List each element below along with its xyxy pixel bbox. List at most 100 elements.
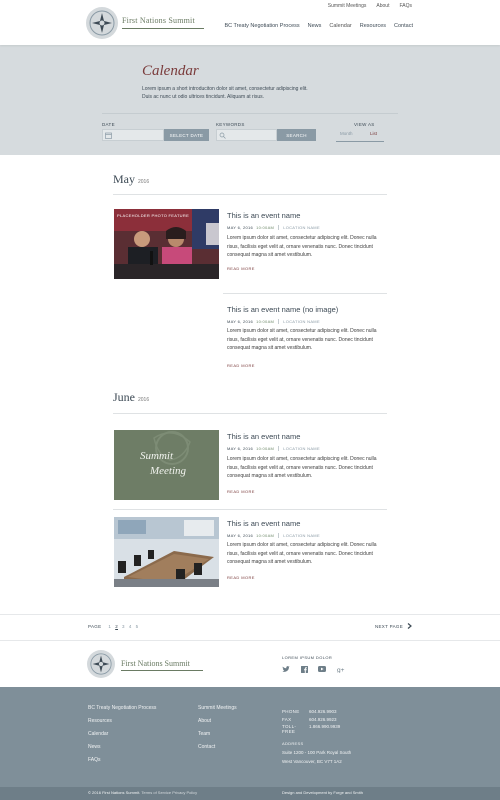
date-field[interactable] — [102, 129, 164, 141]
contact-phone-row: PHONE 604.926.9903 — [282, 709, 340, 714]
read-more-link[interactable]: READ MORE — [227, 489, 255, 494]
read-more-link[interactable]: READ MORE — [227, 575, 255, 580]
hero-divider — [102, 113, 398, 114]
select-date-button[interactable]: SELECT DATE — [164, 129, 209, 141]
tollfree-label: TOLL-FREE — [282, 724, 297, 734]
copyright-text: © 2016 First Nations Summit. — [88, 790, 141, 795]
footer-link-summit-meetings[interactable]: Summit Meetings — [198, 705, 237, 711]
event-location: LOCATION NAME — [283, 225, 320, 230]
footer-link-treaty-process[interactable]: BC Treaty Negotiation Process — [88, 705, 156, 711]
month-name: May — [113, 172, 135, 186]
event-time: 10:00AM — [256, 533, 275, 538]
nav-contact[interactable]: Contact — [394, 23, 413, 29]
date-label: DATE — [102, 122, 115, 127]
summit-text-line-2: Meeting — [150, 465, 187, 477]
footer-link-calendar[interactable]: Calendar — [88, 731, 156, 737]
footer-link-about[interactable]: About — [198, 718, 237, 724]
contact-tollfree-row: TOLL-FREE 1.866.990.9939 — [282, 724, 340, 734]
keywords-label: KEYWORDS — [216, 122, 245, 127]
read-more-link[interactable]: READ MORE — [227, 363, 255, 368]
footer-bottom-bar — [0, 787, 500, 800]
event-location: LOCATION NAME — [283, 319, 320, 324]
logo-emblem[interactable] — [86, 7, 118, 39]
address-line-2: West Vancouver, BC V7T 1A2 — [282, 758, 342, 764]
page-link-2-current[interactable]: 2 — [115, 624, 118, 629]
pagination: PAGE 1 2 3 4 5 — [88, 624, 138, 629]
event-date: MAY 6, 2016 — [227, 319, 254, 324]
copyright-line: © 2016 First Nations Summit. Terms of Se… — [88, 790, 197, 795]
event-divider — [113, 509, 387, 510]
design-credit[interactable]: Design and Development by Forge and Smit… — [282, 790, 363, 795]
phone-number[interactable]: 604.926.9903 — [309, 709, 337, 714]
event-location: LOCATION NAME — [283, 533, 320, 538]
logo-underline — [122, 28, 204, 29]
page-link-4[interactable]: 4 — [129, 624, 132, 629]
footer-link-news[interactable]: News — [88, 744, 156, 750]
footer-link-resources[interactable]: Resources — [88, 718, 156, 724]
month-name: June — [113, 390, 135, 404]
month-divider — [113, 194, 387, 195]
view-toggle-underline — [336, 141, 384, 142]
next-page-link[interactable]: NEXT PAGE — [375, 623, 412, 629]
emblem-icon — [89, 10, 115, 36]
main-nav: BC Treaty Negotiation Process News Calen… — [224, 23, 413, 29]
event-photo-boardroom[interactable] — [114, 517, 219, 587]
event-photo-press-conference[interactable]: PLACEHOLDER PHOTO FEATURE — [114, 209, 219, 279]
view-month-toggle[interactable]: Month — [340, 131, 353, 136]
page-link-5[interactable]: 5 — [136, 624, 139, 629]
privacy-link[interactable]: Privacy Policy — [172, 790, 197, 795]
terms-link[interactable]: Terms of Service — [141, 790, 171, 795]
footer-logo-emblem[interactable] — [87, 650, 115, 678]
footer-link-contact[interactable]: Contact — [198, 744, 237, 750]
chevron-right-icon — [407, 623, 412, 629]
event-title[interactable]: This is an event name — [227, 211, 300, 220]
social-heading: LOREM IPSUM DOLOR — [282, 655, 333, 660]
nav-news[interactable]: News — [308, 23, 322, 29]
month-heading-june: June 2016 — [113, 390, 149, 405]
page-title: Calendar — [142, 63, 199, 79]
address-line-1: Suite 1200 - 100 Park Royal South — [282, 750, 352, 755]
event-date: MAY 6, 2016 — [227, 225, 254, 230]
event-meta: MAY 6, 2016 10:00AM LOCATION NAME — [227, 225, 320, 231]
event-title[interactable]: This is an event name (no image) — [227, 305, 338, 314]
month-year: 2016 — [138, 179, 150, 185]
nav-calendar[interactable]: Calendar — [329, 23, 351, 29]
google-plus-icon[interactable]: g+ — [336, 664, 346, 674]
event-photo — [114, 517, 219, 587]
nav-resources[interactable]: Resources — [360, 23, 386, 29]
youtube-icon[interactable] — [317, 664, 327, 674]
page-link-3[interactable]: 3 — [122, 624, 125, 629]
event-time: 10:00AM — [256, 446, 275, 451]
summit-text-line-1: Summit — [140, 450, 173, 462]
phone-label: PHONE — [282, 709, 300, 714]
footer-logo-text[interactable]: First Nations Summit — [121, 659, 190, 668]
event-date: MAY 6, 2016 — [227, 533, 254, 538]
utility-link-summit-meetings[interactable]: Summit Meetings — [328, 3, 367, 9]
event-title[interactable]: This is an event name — [227, 432, 300, 441]
view-list-toggle[interactable]: List — [370, 131, 377, 136]
month-divider — [113, 413, 387, 414]
nav-treaty-process[interactable]: BC Treaty Negotiation Process — [224, 23, 299, 29]
event-description: Lorem ipsum dolor sit amet, consectetur … — [227, 456, 377, 479]
page-label: PAGE — [88, 624, 102, 629]
twitter-icon[interactable] — [281, 664, 291, 674]
footer-link-faqs[interactable]: FAQs — [88, 757, 156, 763]
footer-contact: PHONE 604.926.9903 FAX 604.926.9923 TOLL… — [282, 709, 340, 737]
keywords-input[interactable] — [216, 129, 277, 141]
search-button[interactable]: SEARCH — [277, 129, 316, 141]
page-intro-line-1: Lorem ipsum a short introduciton dolor s… — [142, 86, 308, 92]
utility-link-faqs[interactable]: FAQs — [399, 3, 412, 9]
utility-link-about[interactable]: About — [376, 3, 389, 9]
facebook-icon[interactable] — [299, 664, 309, 674]
event-location: LOCATION NAME — [283, 446, 320, 451]
page-link-1[interactable]: 1 — [108, 624, 111, 629]
event-image-summit-meeting[interactable]: Summit Meeting — [114, 430, 219, 500]
contact-fax-row: FAX 604.926.9923 — [282, 717, 340, 722]
logo-text[interactable]: First Nations Summit — [122, 16, 195, 25]
meta-divider — [278, 533, 280, 539]
footer-links-col-1: BC Treaty Negotiation Process Resources … — [88, 705, 156, 763]
event-title[interactable]: This is an event name — [227, 519, 300, 528]
read-more-link[interactable]: READ MORE — [227, 266, 255, 271]
tollfree-number[interactable]: 1.866.990.9939 — [309, 724, 340, 734]
footer-link-team[interactable]: Team — [198, 731, 237, 737]
